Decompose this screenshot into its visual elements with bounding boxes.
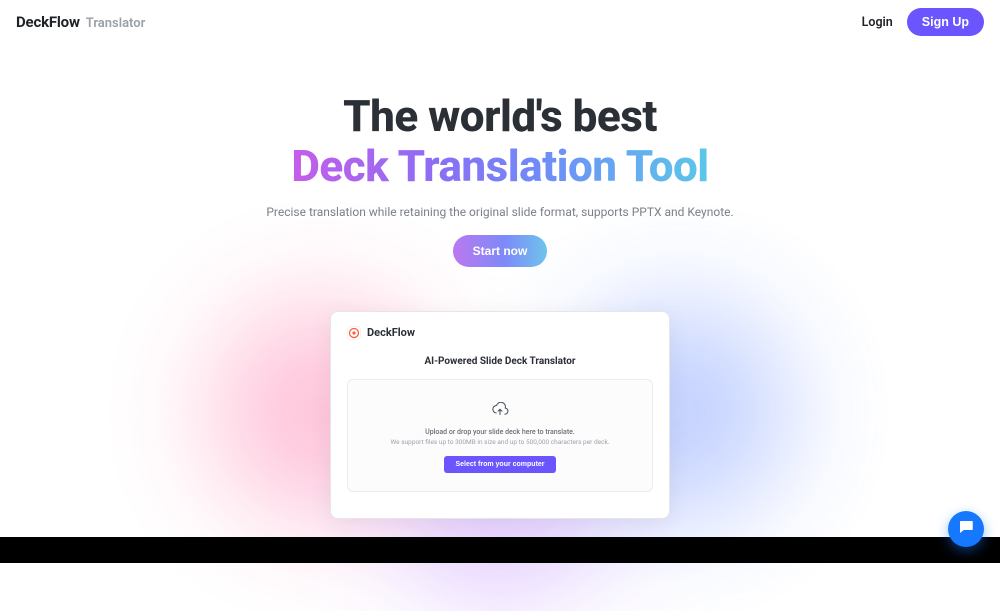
preview-title: AI-Powered Slide Deck Translator — [347, 356, 653, 367]
app-preview: DeckFlow AI-Powered Slide Deck Translato… — [0, 311, 1000, 519]
preview-card: DeckFlow AI-Powered Slide Deck Translato… — [330, 311, 670, 519]
hero-section: The world's best Deck Translation Tool P… — [0, 44, 1000, 267]
dropzone-text-primary: Upload or drop your slide deck here to t… — [364, 428, 636, 436]
select-file-button[interactable]: Select from your computer — [444, 456, 555, 473]
brand-logo-main: DeckFlow — [16, 13, 80, 31]
preview-card-header: DeckFlow — [347, 326, 653, 340]
footer-strip — [0, 537, 1000, 563]
hero-subtitle: Precise translation while retaining the … — [0, 205, 1000, 219]
login-link[interactable]: Login — [862, 15, 893, 30]
chat-launcher-button[interactable] — [948, 511, 984, 547]
upload-cloud-icon — [491, 402, 509, 418]
brand-logo-sub: Translator — [86, 16, 146, 31]
hero-title-line1: The world's best — [0, 92, 1000, 140]
upload-dropzone[interactable]: Upload or drop your slide deck here to t… — [347, 379, 653, 492]
start-now-button[interactable]: Start now — [453, 235, 548, 267]
signup-button[interactable]: Sign Up — [907, 8, 984, 36]
preview-brand-text: DeckFlow — [367, 326, 415, 339]
dropzone-text-secondary: We support files up to 300MB in size and… — [364, 438, 636, 446]
brand-logo[interactable]: DeckFlow Translator — [16, 13, 145, 31]
header-actions: Login Sign Up — [862, 8, 984, 36]
deckflow-mark-icon — [347, 326, 361, 340]
chat-bubble-icon — [957, 518, 975, 540]
hero-title-line2: Deck Translation Tool — [291, 142, 708, 190]
site-header: DeckFlow Translator Login Sign Up — [0, 0, 1000, 44]
